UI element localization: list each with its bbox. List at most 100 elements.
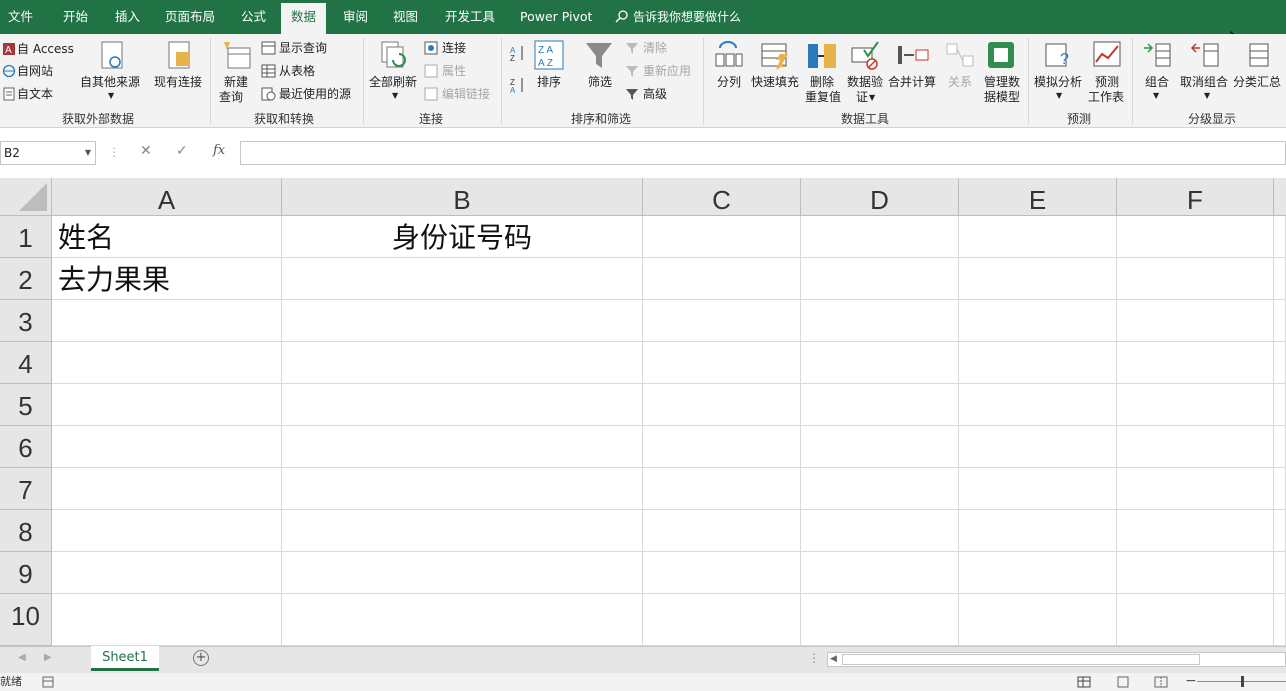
sheet-tab-sheet1[interactable]: Sheet1 xyxy=(91,646,159,671)
macro-record-icon[interactable] xyxy=(42,676,54,688)
cell-f4[interactable] xyxy=(1117,342,1274,384)
column-header-g[interactable] xyxy=(1274,178,1286,216)
column-header-f[interactable]: F xyxy=(1117,178,1274,216)
cell-a9[interactable] xyxy=(52,552,282,594)
zoom-slider[interactable] xyxy=(1197,676,1286,687)
cell-b10[interactable] xyxy=(282,594,643,646)
cell-e10[interactable] xyxy=(959,594,1117,646)
scroll-left-icon[interactable]: ◀ xyxy=(18,652,26,663)
scrollbar-thumb[interactable] xyxy=(842,654,1200,665)
cell-b9[interactable] xyxy=(282,552,643,594)
cell-c9[interactable] xyxy=(643,552,801,594)
cell-d8[interactable] xyxy=(801,510,959,552)
cell-c1[interactable] xyxy=(643,216,801,258)
sort-ascending-icon[interactable]: AZ xyxy=(510,44,526,62)
cell-g10[interactable] xyxy=(1274,594,1286,646)
cell-f7[interactable] xyxy=(1117,468,1274,510)
row-header-10[interactable]: 10 xyxy=(0,594,52,646)
zoom-slider-thumb[interactable] xyxy=(1241,676,1244,687)
cell-g6[interactable] xyxy=(1274,426,1286,468)
cell-e2[interactable] xyxy=(959,258,1117,300)
cell-a5[interactable] xyxy=(52,384,282,426)
cell-a1[interactable]: 姓名 xyxy=(52,216,282,258)
chevron-down-icon[interactable]: ▼ xyxy=(85,142,91,164)
column-header-c[interactable]: C xyxy=(643,178,801,216)
row-header-7[interactable]: 7 xyxy=(0,468,52,510)
cell-g3[interactable] xyxy=(1274,300,1286,342)
row-header-6[interactable]: 6 xyxy=(0,426,52,468)
formula-input[interactable] xyxy=(240,141,1286,165)
cell-f5[interactable] xyxy=(1117,384,1274,426)
cell-a6[interactable] xyxy=(52,426,282,468)
cell-g8[interactable] xyxy=(1274,510,1286,552)
cell-d7[interactable] xyxy=(801,468,959,510)
cell-a10[interactable] xyxy=(52,594,282,646)
cell-c4[interactable] xyxy=(643,342,801,384)
cell-g9[interactable] xyxy=(1274,552,1286,594)
column-header-d[interactable]: D xyxy=(801,178,959,216)
cell-e6[interactable] xyxy=(959,426,1117,468)
cell-c7[interactable] xyxy=(643,468,801,510)
cell-b1[interactable]: 身份证号码 xyxy=(282,216,643,258)
cell-d5[interactable] xyxy=(801,384,959,426)
cell-g2[interactable] xyxy=(1274,258,1286,300)
cell-e8[interactable] xyxy=(959,510,1117,552)
cell-d4[interactable] xyxy=(801,342,959,384)
row-header-5[interactable]: 5 xyxy=(0,384,52,426)
cell-a7[interactable] xyxy=(52,468,282,510)
cell-c5[interactable] xyxy=(643,384,801,426)
scroll-right-icon[interactable]: ▶ xyxy=(44,652,52,663)
horizontal-scrollbar[interactable]: ◀ xyxy=(827,652,1286,667)
cancel-icon[interactable]: ✕ xyxy=(140,143,152,159)
cell-c10[interactable] xyxy=(643,594,801,646)
tab-page-layout[interactable]: 页面布局 xyxy=(165,0,215,34)
cell-c6[interactable] xyxy=(643,426,801,468)
page-layout-view-icon[interactable] xyxy=(1116,676,1130,688)
cell-g5[interactable] xyxy=(1274,384,1286,426)
select-all-button[interactable] xyxy=(0,178,52,216)
cell-b5[interactable] xyxy=(282,384,643,426)
tab-insert[interactable]: 插入 xyxy=(115,0,140,34)
cell-c2[interactable] xyxy=(643,258,801,300)
row-header-4[interactable]: 4 xyxy=(0,342,52,384)
cell-f3[interactable] xyxy=(1117,300,1274,342)
cell-a4[interactable] xyxy=(52,342,282,384)
splitter-handle-icon[interactable]: ⋮ xyxy=(808,651,820,665)
cell-d1[interactable] xyxy=(801,216,959,258)
cell-g1[interactable] xyxy=(1274,216,1286,258)
row-header-3[interactable]: 3 xyxy=(0,300,52,342)
cell-b6[interactable] xyxy=(282,426,643,468)
cell-b8[interactable] xyxy=(282,510,643,552)
cell-a3[interactable] xyxy=(52,300,282,342)
cell-f6[interactable] xyxy=(1117,426,1274,468)
cell-d9[interactable] xyxy=(801,552,959,594)
tab-power-pivot[interactable]: Power Pivot xyxy=(520,0,592,34)
column-header-e[interactable]: E xyxy=(959,178,1117,216)
cell-f9[interactable] xyxy=(1117,552,1274,594)
cell-f1[interactable] xyxy=(1117,216,1274,258)
cell-b3[interactable] xyxy=(282,300,643,342)
tab-developer[interactable]: 开发工具 xyxy=(445,0,495,34)
normal-view-icon[interactable] xyxy=(1077,676,1091,688)
cell-c3[interactable] xyxy=(643,300,801,342)
row-header-1[interactable]: 1 xyxy=(0,216,52,258)
name-box[interactable]: B2 ▼ xyxy=(0,141,96,165)
page-break-view-icon[interactable] xyxy=(1154,676,1168,688)
sort-descending-icon[interactable]: ZA xyxy=(510,76,526,94)
tab-data[interactable]: 数据 xyxy=(281,3,327,34)
cell-g7[interactable] xyxy=(1274,468,1286,510)
cell-e5[interactable] xyxy=(959,384,1117,426)
cell-d10[interactable] xyxy=(801,594,959,646)
cell-g4[interactable] xyxy=(1274,342,1286,384)
tab-formulas[interactable]: 公式 xyxy=(241,0,266,34)
row-header-8[interactable]: 8 xyxy=(0,510,52,552)
cell-e9[interactable] xyxy=(959,552,1117,594)
cell-b2[interactable] xyxy=(282,258,643,300)
cell-e7[interactable] xyxy=(959,468,1117,510)
cell-e3[interactable] xyxy=(959,300,1117,342)
cell-e4[interactable] xyxy=(959,342,1117,384)
cell-f2[interactable] xyxy=(1117,258,1274,300)
tab-review[interactable]: 审阅 xyxy=(343,0,368,34)
row-header-9[interactable]: 9 xyxy=(0,552,52,594)
cell-f10[interactable] xyxy=(1117,594,1274,646)
